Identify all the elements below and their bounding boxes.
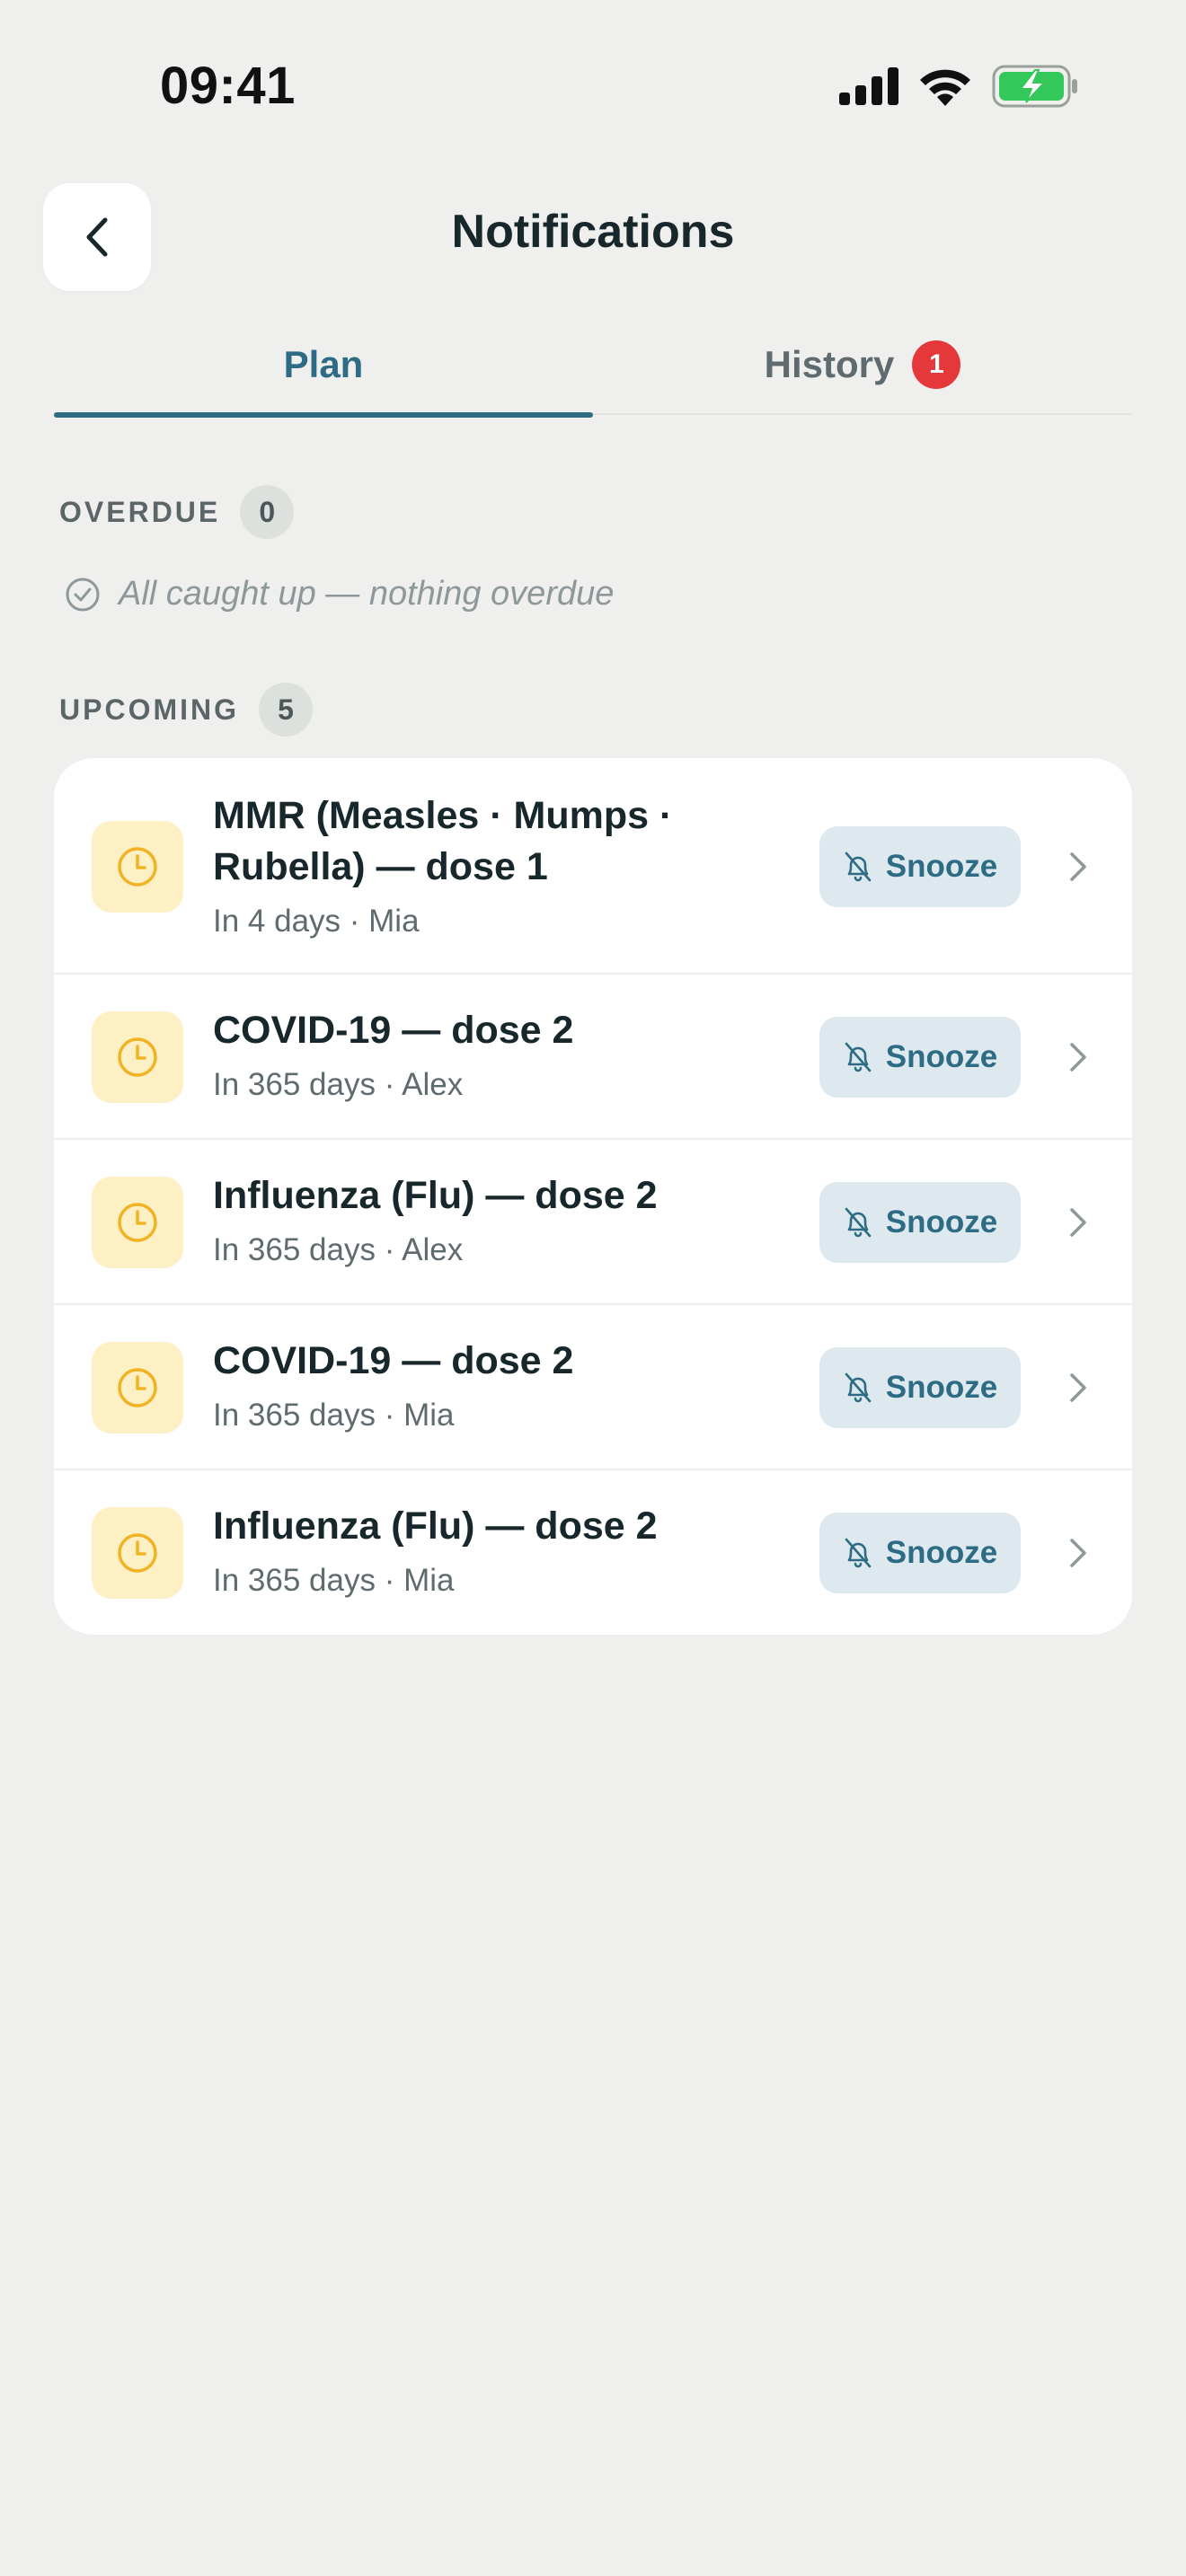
list-item-subtitle: In 365 days · Alex — [213, 1067, 464, 1102]
list-item-text: MMR (Measles · Mumps · Rubella) — dose 1… — [213, 790, 689, 941]
overdue-empty-state: All caught up — nothing overdue — [65, 575, 614, 613]
chevron-right-icon — [1062, 1035, 1094, 1080]
bell-off-icon — [845, 1372, 872, 1403]
chevron-right-icon — [1062, 844, 1094, 889]
list-item-title: COVID-19 — dose 2 — [213, 1009, 574, 1052]
status-icons — [839, 65, 1078, 108]
list-item[interactable]: COVID-19 — dose 2 In 365 days · Alex Sno… — [54, 975, 1132, 1140]
tab-plan[interactable]: Plan — [54, 314, 593, 418]
chevron-right-icon — [1062, 1200, 1094, 1245]
list-item-title: COVID-19 — dose 2 — [213, 1339, 574, 1382]
notifications-screen: 09:41 Notifications Plan History 1 OVERD… — [0, 0, 1186, 2576]
snooze-label: Snooze — [885, 1204, 998, 1239]
list-item-title: MMR (Measles · Mumps · Rubella) — dose 1 — [213, 794, 673, 888]
active-tab-indicator — [54, 412, 593, 418]
list-item[interactable]: Influenza (Flu) — dose 2 In 365 days · M… — [54, 1470, 1132, 1635]
status-bar: 09:41 — [0, 0, 1186, 171]
overdue-empty-text: All caught up — nothing overdue — [119, 575, 615, 613]
upcoming-count: 5 — [259, 683, 313, 737]
clock-icon — [92, 1342, 183, 1434]
list-item-text: COVID-19 — dose 2 In 365 days · Mia — [213, 1336, 689, 1435]
snooze-label: Snooze — [885, 1039, 998, 1074]
bell-off-icon — [845, 851, 872, 882]
bell-off-icon — [845, 1042, 872, 1072]
clock-icon — [92, 1507, 183, 1599]
tab-history-label: History — [764, 343, 895, 385]
check-circle-icon — [66, 578, 100, 611]
bell-off-icon — [845, 1207, 872, 1238]
tab-plan-label: Plan — [283, 343, 364, 385]
list-item-subtitle: In 365 days · Alex — [213, 1232, 464, 1267]
list-item-title: Influenza (Flu) — dose 2 — [213, 1504, 658, 1548]
chevron-right-icon — [1062, 1365, 1094, 1410]
list-item[interactable]: MMR (Measles · Mumps · Rubella) — dose 1… — [54, 758, 1132, 975]
overdue-title: OVERDUE — [59, 495, 221, 528]
list-item-title: Influenza (Flu) — dose 2 — [213, 1174, 658, 1217]
snooze-label: Snooze — [885, 1535, 998, 1570]
snooze-button[interactable]: Snooze — [819, 1513, 1021, 1593]
signal-icon — [839, 67, 898, 105]
wifi-icon — [920, 69, 970, 106]
snooze-button[interactable]: Snooze — [819, 1182, 1021, 1263]
list-item[interactable]: COVID-19 — dose 2 In 365 days · Mia Snoo… — [54, 1305, 1132, 1470]
list-item-subtitle: In 365 days · Mia — [213, 1563, 455, 1598]
history-badge: 1 — [912, 340, 961, 389]
list-item[interactable]: Influenza (Flu) — dose 2 In 365 days · A… — [54, 1140, 1132, 1305]
overdue-section-header: OVERDUE 0 — [59, 485, 295, 539]
list-item-text: Influenza (Flu) — dose 2 In 365 days · M… — [213, 1501, 689, 1601]
page-title: Notifications — [451, 206, 735, 258]
overdue-count: 0 — [240, 485, 295, 539]
upcoming-list: MMR (Measles · Mumps · Rubella) — dose 1… — [54, 758, 1132, 1635]
clock-icon — [92, 1011, 183, 1103]
list-item-text: Influenza (Flu) — dose 2 In 365 days · A… — [213, 1170, 689, 1270]
status-time: 09:41 — [160, 57, 296, 115]
tab-bar: Plan History 1 — [54, 314, 1132, 418]
snooze-button[interactable]: Snooze — [819, 1347, 1021, 1428]
upcoming-title: UPCOMING — [59, 693, 239, 726]
bell-off-icon — [845, 1538, 872, 1568]
snooze-button[interactable]: Snooze — [819, 1017, 1021, 1098]
tab-history[interactable]: History 1 — [593, 314, 1132, 415]
chevron-right-icon — [1062, 1531, 1094, 1575]
clock-icon — [92, 821, 183, 913]
list-item-text: COVID-19 — dose 2 In 365 days · Alex — [213, 1005, 689, 1105]
snooze-button[interactable]: Snooze — [819, 826, 1021, 907]
clock-icon — [92, 1177, 183, 1268]
list-item-subtitle: In 365 days · Mia — [213, 1398, 455, 1433]
snooze-label: Snooze — [885, 1370, 998, 1405]
list-item-subtitle: In 4 days · Mia — [213, 904, 420, 939]
upcoming-section-header: UPCOMING 5 — [59, 683, 313, 737]
battery-charging-icon — [992, 65, 1077, 108]
snooze-label: Snooze — [885, 849, 998, 884]
